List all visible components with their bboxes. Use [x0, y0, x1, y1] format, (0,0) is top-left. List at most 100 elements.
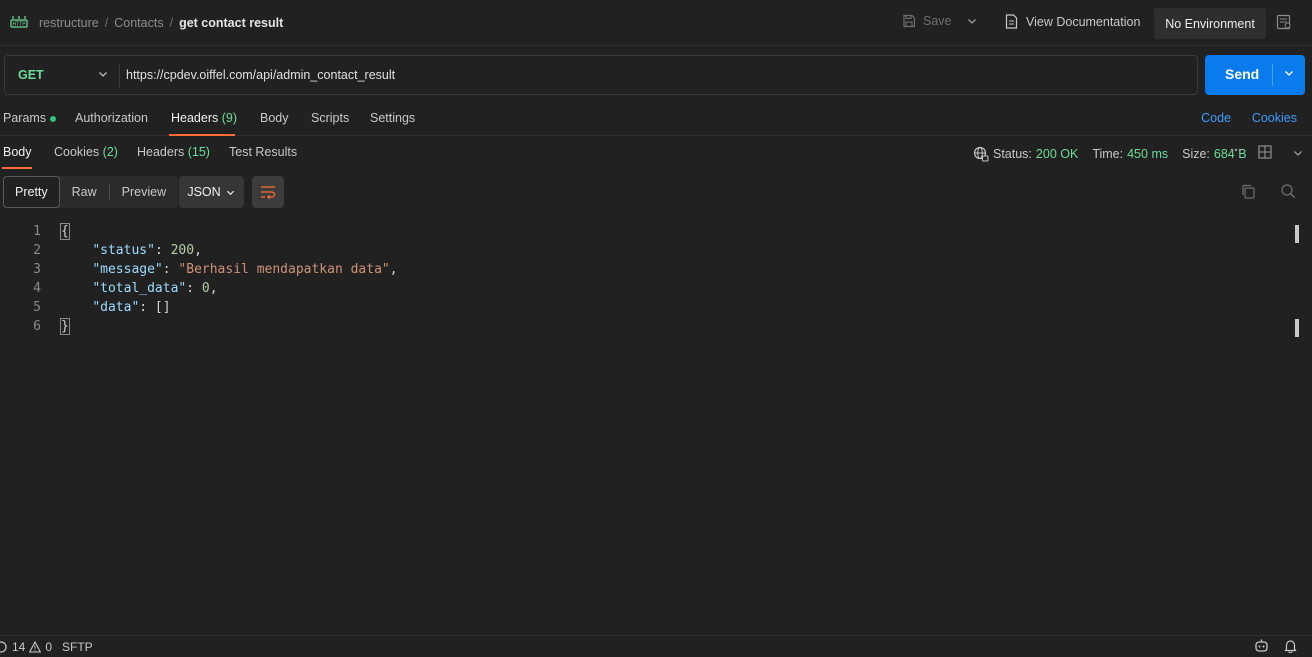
- json-punctuation: {: [60, 223, 70, 240]
- bell-icon[interactable]: [1284, 639, 1297, 653]
- code-link[interactable]: Code: [1201, 111, 1231, 125]
- copy-icon[interactable]: [1241, 184, 1256, 199]
- response-tab-headers[interactable]: Headers (15): [137, 145, 210, 159]
- method-selector[interactable]: GET: [18, 68, 44, 82]
- json-punctuation: ,: [194, 243, 202, 258]
- divider: [119, 64, 120, 88]
- line-content: {: [60, 223, 70, 240]
- breadcrumb-separator: /: [104, 16, 109, 30]
- line-number: 2: [33, 243, 41, 258]
- scrollbar-thumb[interactable]: [1295, 319, 1299, 337]
- warning-count: 0: [45, 640, 53, 654]
- json-punctuation: }: [60, 318, 70, 335]
- json-punctuation: [61, 243, 92, 258]
- line-content: }: [60, 318, 70, 335]
- tab-authorization[interactable]: Authorization: [75, 111, 148, 125]
- view-preview-button[interactable]: Preview: [110, 176, 178, 208]
- json-punctuation: [61, 281, 92, 296]
- code-line: 6}: [0, 318, 1290, 338]
- chevron-down-icon[interactable]: [1292, 147, 1304, 159]
- code-line: 5 "data": []: [0, 300, 1290, 319]
- save-icon: [903, 14, 916, 28]
- tab-label: Settings: [370, 111, 416, 125]
- line-number: 6: [33, 319, 41, 334]
- tab-label: Cookies: [54, 145, 100, 159]
- view-documentation-button[interactable]: View Documentation: [1005, 14, 1140, 29]
- top-bar: HTTP restructure / Contacts / get contac…: [0, 0, 1312, 46]
- json-number: 0: [201, 281, 210, 296]
- status-label: Status:: [993, 147, 1032, 161]
- search-icon[interactable]: [1280, 183, 1296, 199]
- status-bar: 14 0 SFTP: [0, 635, 1312, 657]
- json-key: "status": [92, 243, 155, 258]
- environment-quick-look-icon[interactable]: [1276, 14, 1292, 30]
- format-selector[interactable]: JSON: [179, 176, 244, 208]
- save-label: Save: [923, 14, 952, 28]
- json-punctuation: [61, 300, 92, 315]
- modified-dot-icon: [50, 115, 57, 122]
- sftp-label[interactable]: SFTP: [62, 640, 93, 654]
- response-body-viewer[interactable]: 1{2 "status": 200, 3 "message": "Berhasil…: [0, 223, 1290, 624]
- json-key: "message": [92, 262, 163, 277]
- chevron-down-icon[interactable]: [97, 68, 109, 80]
- breadcrumb-separator: /: [169, 16, 174, 30]
- json-punctuation: :: [154, 243, 171, 258]
- more-options-icon[interactable]: [1230, 144, 1242, 156]
- response-tab-test-results[interactable]: Test Results: [229, 145, 297, 159]
- environment-label: No Environment: [1165, 16, 1255, 31]
- json-string: "Berhasil mendapatkan data": [178, 262, 390, 277]
- tab-params[interactable]: Params: [3, 111, 57, 125]
- active-tab-indicator: [169, 134, 235, 136]
- globe-icon[interactable]: [973, 146, 989, 162]
- error-count: 14: [12, 640, 26, 654]
- json-key: "total_data": [92, 281, 187, 296]
- code-line: 4 "total_data": 0,: [0, 281, 1290, 300]
- document-icon: [1005, 14, 1018, 29]
- response-tab-body[interactable]: Body: [3, 145, 32, 159]
- view-mode-label: Raw: [71, 185, 97, 199]
- json-punctuation: :: [186, 281, 202, 296]
- chevron-down-icon[interactable]: [966, 15, 978, 27]
- tab-count: (15): [187, 145, 210, 159]
- view-mode-label: Pretty: [15, 185, 48, 199]
- status-value[interactable]: 200 OK: [1036, 147, 1078, 161]
- layout-toggle-icon[interactable]: [1258, 145, 1272, 159]
- active-tab-indicator: [2, 167, 32, 169]
- time-value[interactable]: 450 ms: [1127, 147, 1168, 161]
- bot-icon[interactable]: [1254, 639, 1269, 653]
- tab-settings[interactable]: Settings: [370, 111, 415, 125]
- tab-label: Body: [260, 111, 289, 125]
- url-bar: GET https://cpdev.oiffel.com/api/admin_c…: [4, 55, 1198, 95]
- breadcrumb-request[interactable]: get contact result: [179, 16, 283, 30]
- json-key: "data": [92, 300, 140, 315]
- environment-selector[interactable]: No Environment: [1154, 8, 1266, 39]
- send-label: Send: [1225, 66, 1260, 82]
- view-raw-button[interactable]: Raw: [60, 176, 109, 208]
- wrap-lines-button[interactable]: [252, 176, 284, 208]
- warning-icon: [29, 641, 42, 653]
- breadcrumb-workspace[interactable]: restructure: [39, 16, 99, 30]
- scrollbar-thumb[interactable]: [1295, 225, 1299, 243]
- request-tabs: Params Authorization Headers (9) Body Sc…: [0, 104, 1312, 136]
- size-label: Size:: [1182, 147, 1210, 161]
- tab-label: Headers: [137, 145, 185, 159]
- cookies-link[interactable]: Cookies: [1252, 111, 1297, 125]
- line-number: 5: [33, 300, 41, 315]
- tab-body[interactable]: Body: [260, 111, 289, 125]
- breadcrumb-collection[interactable]: Contacts: [114, 16, 163, 30]
- line-content: "message": "Berhasil mendapatkan data",: [61, 262, 398, 277]
- chevron-down-icon[interactable]: [1283, 67, 1295, 79]
- breadcrumb: restructure / Contacts / get contact res…: [39, 16, 283, 30]
- save-button[interactable]: Save: [902, 14, 952, 28]
- divider: [1272, 64, 1273, 86]
- response-tab-cookies[interactable]: Cookies (2): [54, 145, 118, 159]
- view-pretty-button[interactable]: Pretty: [3, 176, 60, 208]
- send-button[interactable]: Send: [1205, 55, 1305, 95]
- time-label: Time:: [1092, 147, 1124, 161]
- url-input[interactable]: https://cpdev.oiffel.com/api/admin_conta…: [126, 68, 395, 82]
- tab-scripts[interactable]: Scripts: [311, 111, 349, 125]
- tab-headers[interactable]: Headers (9): [171, 111, 237, 125]
- problems-indicator[interactable]: 14 0: [0, 640, 52, 654]
- json-punctuation: : []: [139, 300, 171, 315]
- json-punctuation: ,: [389, 262, 398, 277]
